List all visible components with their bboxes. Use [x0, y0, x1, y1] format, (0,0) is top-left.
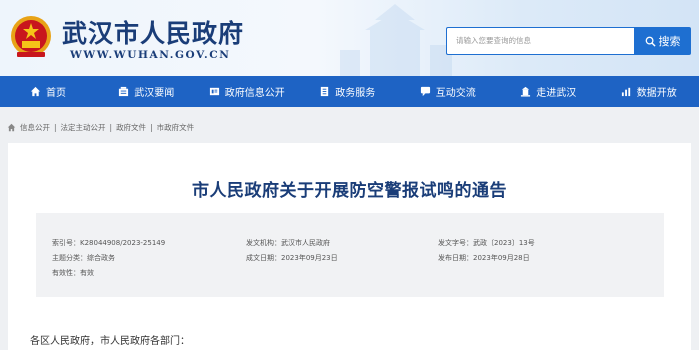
meta-value: 2023年09月23日: [281, 254, 338, 262]
nav-item-services[interactable]: 政务服务: [297, 76, 398, 107]
meta-label: 索引号：: [52, 239, 80, 247]
nav-item-label: 数据开放: [636, 88, 677, 99]
search-input[interactable]: 请输入您要查询的信息: [446, 27, 634, 55]
meta-label: 成文日期：: [246, 254, 281, 262]
meta-value: 有效: [80, 269, 94, 277]
meta-issuer: 发文机构：武汉市人民政府: [246, 238, 330, 248]
meta-published-date: 发布日期：2023年09月28日: [438, 253, 530, 263]
breadcrumb-separator: |: [150, 122, 153, 132]
info-icon: [209, 87, 219, 96]
meta-index: 索引号：K28044908/2023-25149: [52, 238, 165, 248]
building-icon: [521, 86, 531, 97]
meta-value: 武政〔2023〕13号: [473, 239, 535, 247]
nav-item-about-wuhan[interactable]: 走进武汉: [498, 76, 599, 107]
nav-item-label: 走进武汉: [536, 88, 577, 99]
chat-icon: [420, 86, 430, 97]
nav-item-home[interactable]: 首页: [0, 76, 96, 107]
article-salutation: 各区人民政府，市人民政府各部门：: [30, 336, 190, 347]
meta-label: 发文字号：: [438, 239, 473, 247]
breadcrumb: 信息公开 | 法定主动公开 | 政府文件 | 市政府文件: [7, 121, 194, 133]
breadcrumb-item[interactable]: 政府文件: [116, 122, 146, 133]
national-emblem-icon: [11, 16, 51, 57]
search-button[interactable]: 搜索: [634, 27, 691, 55]
nav-item-label: 首页: [46, 88, 66, 99]
breadcrumb-item[interactable]: 市政府文件: [157, 122, 195, 133]
meta-document-number: 发文字号：武政〔2023〕13号: [438, 238, 535, 248]
skyline-decoration: [340, 4, 452, 76]
breadcrumb-item[interactable]: 信息公开: [20, 122, 50, 133]
nav-item-label: 政务服务: [335, 88, 376, 99]
meta-topic: 主题分类：综合政务: [52, 253, 115, 263]
nav-item-news[interactable]: 武汉要闻: [96, 76, 197, 107]
search-icon: [645, 36, 656, 47]
meta-label: 有效性：: [52, 269, 80, 277]
meta-value: 综合政务: [87, 254, 115, 262]
meta-label: 发文机构：: [246, 239, 281, 247]
breadcrumb-separator: |: [54, 122, 57, 132]
site-name: 武汉市人民政府: [62, 19, 245, 48]
main-nav: 首页 武汉要闻 政府信息公开 政务服务 互动交流 走进武汉 数据开放: [0, 76, 699, 107]
nav-item-interaction[interactable]: 互动交流: [398, 76, 499, 107]
nav-item-label: 互动交流: [435, 88, 476, 99]
chart-icon: [621, 87, 630, 97]
meta-value: 2023年09月28日: [473, 254, 530, 262]
meta-validity: 有效性：有效: [52, 268, 94, 278]
service-icon: [321, 86, 329, 97]
meta-written-date: 成文日期：2023年09月23日: [246, 253, 338, 263]
document-metadata: 索引号：K28044908/2023-25149 主题分类：综合政务 有效性：有…: [36, 213, 664, 297]
article-panel: 市人民政府关于开展防空警报试鸣的通告 索引号：K28044908/2023-25…: [8, 143, 691, 350]
home-icon: [30, 86, 41, 97]
breadcrumb-item[interactable]: 法定主动公开: [61, 122, 106, 133]
search-button-label: 搜索: [658, 35, 681, 48]
news-icon: [119, 86, 129, 97]
meta-value: K28044908/2023-25149: [80, 239, 166, 247]
site-url: WWW.WUHAN.GOV.CN: [70, 49, 231, 61]
nav-item-open-data[interactable]: 数据开放: [599, 76, 699, 107]
meta-label: 主题分类：: [52, 254, 87, 262]
home-icon[interactable]: [7, 123, 16, 132]
meta-value: 武汉市人民政府: [281, 239, 330, 247]
meta-label: 发布日期：: [438, 254, 473, 262]
breadcrumb-separator: |: [109, 122, 113, 132]
nav-item-info-disclosure[interactable]: 政府信息公开: [197, 76, 298, 107]
nav-item-label: 政府信息公开: [224, 88, 285, 99]
article-title: 市人民政府关于开展防空警报试鸣的通告: [192, 181, 507, 201]
site-header: 武汉市人民政府 WWW.WUHAN.GOV.CN 请输入您要查询的信息 搜索: [0, 0, 699, 76]
nav-item-label: 武汉要闻: [134, 88, 175, 99]
